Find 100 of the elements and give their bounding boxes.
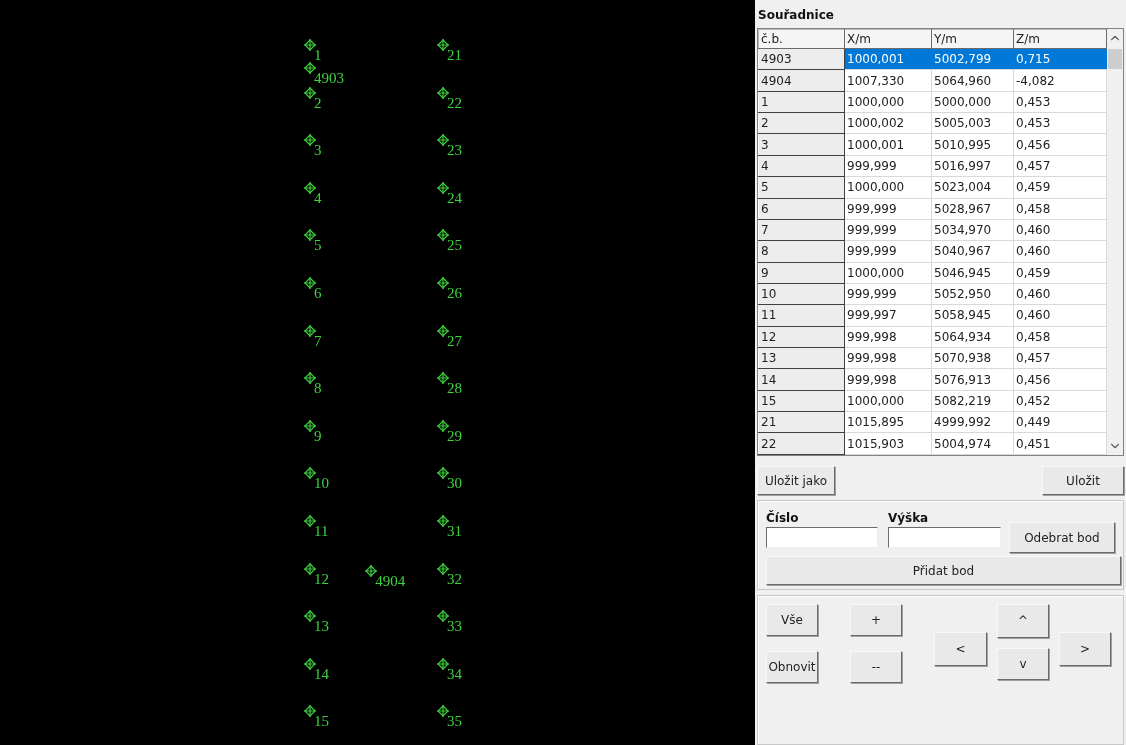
table-row[interactable]: 10 999,999 5052,950 0,460	[758, 283, 1107, 305]
row-header-cell: 15	[758, 390, 845, 412]
point-marker-icon	[437, 657, 449, 670]
point-label: 9	[314, 428, 322, 444]
point-label: 3	[314, 143, 322, 159]
point-marker-icon	[437, 372, 449, 385]
point-marker-icon	[437, 324, 449, 337]
point-label: 28	[447, 381, 462, 397]
column-header[interactable]: č.b.	[758, 29, 845, 49]
table-row[interactable]: 13 999,998 5070,938 0,457	[758, 347, 1107, 369]
point-label: 29	[447, 428, 462, 444]
point-label: 26	[447, 286, 462, 301]
drawing-canvas[interactable]: 1 2 3 4 5 6 7 8 9 10 11 12 13 14 15 21 22 23 24 25 26 27 28 29 30 31 32 33 34 35 4903 4904	[0, 0, 755, 745]
scrollbar[interactable]	[1107, 29, 1123, 455]
column-header[interactable]: X/m	[844, 29, 932, 49]
right-button[interactable]: >	[1059, 632, 1111, 666]
row-header-cell: 4903	[758, 48, 845, 70]
table-row[interactable]: 2 1000,002 5005,003 0,453	[758, 112, 1107, 134]
table-row[interactable]: 9 1000,000 5046,945 0,459	[758, 262, 1107, 284]
point-label: 13	[314, 619, 329, 635]
column-header[interactable]: Z/m	[1013, 29, 1107, 49]
point-marker-icon	[437, 39, 449, 51]
point-marker-icon	[437, 419, 449, 432]
table-row[interactable]: 7 999,999 5034,970 0,460	[758, 219, 1107, 241]
left-button[interactable]: <	[934, 632, 987, 666]
table-row[interactable]: 4903 1000,001 5002,799 0,715	[758, 48, 1107, 70]
point-label: 6	[314, 286, 322, 301]
point-label: 15	[314, 714, 329, 730]
table-row[interactable]: 8 999,999 5040,967 0,460	[758, 240, 1107, 263]
table-row[interactable]: 14 999,998 5076,913 0,456	[758, 368, 1107, 391]
row-header-cell: 9	[758, 262, 845, 284]
point-marker-icon	[304, 372, 316, 385]
point-marker-icon	[437, 562, 449, 575]
table-row[interactable]: 15 1000,000 5082,219 0,452	[758, 390, 1107, 412]
table-row[interactable]: 22 1015,903 5004,974 0,451	[758, 432, 1107, 455]
table-row[interactable]: 21 1015,895 4999,992 0,449	[758, 411, 1107, 433]
point-label: 34	[447, 666, 462, 682]
point-label: 8	[314, 381, 322, 397]
table-row[interactable]: 4904 1007,330 5064,960 -4,082	[758, 69, 1107, 92]
point-label: 23	[447, 143, 462, 159]
table-row[interactable]: 12 999,998 5064,934 0,458	[758, 326, 1107, 348]
point-label: 32	[447, 571, 462, 587]
point-marker-icon	[437, 705, 449, 718]
table-row[interactable]: 6 999,999 5028,967 0,458	[758, 198, 1107, 220]
table-cell: 5064,960	[931, 69, 1014, 92]
row-header-cell: 2	[758, 112, 845, 134]
point-label: 14	[314, 666, 329, 682]
point-label: 4904	[375, 574, 406, 590]
point-label: 30	[447, 476, 462, 492]
add-point-button[interactable]: Přidat bod	[766, 556, 1121, 585]
point-label: 7	[314, 333, 322, 349]
point-marker-icon	[304, 277, 316, 289]
point-marker-icon	[304, 181, 316, 194]
down-button[interactable]: v	[997, 648, 1049, 680]
row-header-cell: 8	[758, 240, 845, 263]
point-marker-icon	[437, 515, 449, 527]
point-label: 21	[447, 48, 462, 63]
remove-point-button[interactable]: Odebrat bod	[1008, 522, 1115, 553]
point-marker-icon	[304, 61, 316, 74]
save-button[interactable]: Uložit	[1042, 466, 1124, 495]
point-label: 4903	[314, 70, 344, 86]
zoom-out-button[interactable]: --	[850, 651, 902, 683]
point-label: 4	[314, 190, 322, 206]
number-field[interactable]	[766, 527, 878, 548]
point-marker-icon	[304, 467, 316, 480]
point-marker-icon	[304, 705, 316, 718]
point-label: 1	[314, 48, 322, 63]
table-row[interactable]: 11 999,997 5058,945 0,460	[758, 304, 1107, 327]
point-marker-icon	[437, 467, 449, 480]
table-row[interactable]: 5 1000,000 5023,004 0,459	[758, 176, 1107, 198]
point-marker-icon	[304, 657, 316, 670]
row-header-cell: 12	[758, 326, 845, 348]
panel-title: Souřadnice	[758, 7, 835, 24]
up-button[interactable]: ^	[997, 604, 1049, 638]
all-button[interactable]: Vše	[766, 604, 818, 636]
scroll-thumb[interactable]	[1108, 49, 1122, 69]
point-marker-icon	[304, 324, 316, 337]
row-header-cell: 21	[758, 411, 845, 433]
table-row[interactable]: 1 1000,000 5000,000 0,453	[758, 91, 1107, 113]
point-label: 12	[314, 571, 329, 587]
height-field[interactable]	[887, 527, 1001, 548]
point-label: 35	[447, 714, 462, 730]
point-marker-icon	[365, 565, 378, 578]
save-as-button[interactable]: Uložit jako	[757, 466, 835, 495]
point-marker-icon	[437, 86, 449, 99]
refresh-button[interactable]: Obnovit	[766, 651, 818, 683]
point-marker-icon	[304, 229, 316, 242]
table-row[interactable]: 3 1000,001 5010,995 0,456	[758, 133, 1107, 156]
zoom-in-button[interactable]: +	[850, 604, 902, 636]
point-marker-icon	[304, 515, 316, 527]
table-row[interactable]: 4 999,999 5016,997 0,457	[758, 155, 1107, 177]
row-header-cell: 14	[758, 368, 845, 391]
point-marker-icon	[437, 610, 449, 623]
point-label: 33	[447, 619, 462, 635]
row-header-cell: 5	[758, 176, 845, 198]
column-header[interactable]: Y/m	[931, 29, 1014, 49]
point-marker-icon	[304, 39, 316, 51]
point-marker-icon	[304, 419, 316, 432]
row-header-cell: 22	[758, 432, 845, 455]
point-label: 24	[447, 190, 462, 206]
